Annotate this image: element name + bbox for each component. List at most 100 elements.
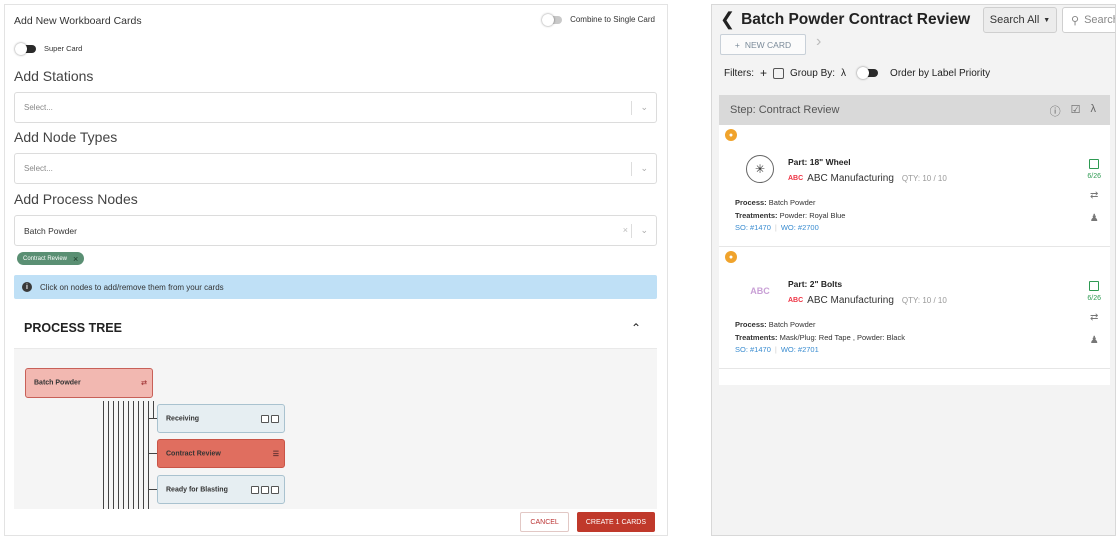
- process-tree-header[interactable]: PROCESS TREE ⌃: [14, 307, 657, 349]
- process-nodes-select[interactable]: Batch Powder × ⌄: [14, 215, 657, 246]
- calendar-icon: [1089, 281, 1100, 291]
- search-scope-dropdown[interactable]: Search All ▼: [983, 7, 1057, 33]
- tree-node-label: Receiving: [166, 415, 200, 422]
- assign-user-icon[interactable]: ♟: [1090, 335, 1099, 346]
- card-list: ● ✳ Part: 18" Wheel ABC ABC Manufacturin…: [719, 125, 1110, 385]
- selected-node-chip[interactable]: Contract Review ×: [17, 252, 85, 265]
- footer-actions: CANCEL CREATE 1 CARDS: [520, 512, 655, 532]
- tree-connector: [148, 453, 157, 454]
- wo-link[interactable]: WO: #2701: [781, 345, 819, 354]
- abc-logo-icon: ABC: [788, 297, 804, 304]
- stations-title: Add Stations: [14, 68, 94, 84]
- back-arrow-icon[interactable]: ❮: [720, 9, 735, 30]
- stations-select[interactable]: Select... ⌄: [14, 92, 657, 123]
- swap-icon[interactable]: ⇄: [1090, 190, 1098, 201]
- list-icon: [271, 414, 279, 423]
- treatments-value: Mask/Plug: Red Tape , Powder: Black: [779, 333, 905, 342]
- group-icon[interactable]: [773, 67, 785, 79]
- station-icon: [251, 485, 259, 494]
- filters-label: Filters:: [724, 67, 754, 79]
- search-placeholder: Search: [1084, 14, 1116, 26]
- avatar: ●: [725, 129, 737, 141]
- cancel-button[interactable]: CANCEL: [520, 512, 569, 532]
- workboard-title: Batch Powder Contract Review: [741, 10, 971, 28]
- work-card[interactable]: ● ✳ Part: 18" Wheel ABC ABC Manufacturin…: [719, 125, 1110, 247]
- process-nodes-title: Add Process Nodes: [14, 191, 138, 207]
- tree-node-label: Ready for Blasting: [166, 486, 228, 493]
- chevron-right-icon[interactable]: ›: [816, 33, 821, 51]
- tree-node-root[interactable]: Batch Powder ⇄: [25, 368, 153, 398]
- node-types-placeholder: Select...: [24, 164, 53, 173]
- select-separator: [631, 162, 632, 176]
- so-link[interactable]: SO: #1470: [735, 345, 771, 354]
- review-icon: ☰: [272, 450, 279, 458]
- chevron-down-icon[interactable]: ⌄: [640, 102, 648, 113]
- work-card[interactable]: ● ABC Part: 2" Bolts ABC ABC Manufacturi…: [719, 247, 1110, 369]
- combine-label: Combine to Single Card: [570, 15, 655, 24]
- treatments-label: Treatments:: [735, 211, 778, 220]
- process-details: Process: Batch Powder Treatments: Mask/P…: [735, 318, 905, 344]
- arrows-icon: ⇄: [141, 380, 147, 387]
- super-card-toggle[interactable]: Super Card: [15, 42, 83, 55]
- new-card-label: NEW CARD: [744, 39, 792, 50]
- node-types-select[interactable]: Select... ⌄: [14, 153, 657, 184]
- chevron-up-icon[interactable]: ⌃: [631, 321, 641, 335]
- tree-connector: [148, 418, 157, 419]
- wheel-thumbnail: ✳: [746, 155, 774, 183]
- stations-placeholder: Select...: [24, 103, 53, 112]
- search-input[interactable]: ⚲ Search: [1062, 7, 1116, 33]
- tree-node-contract-review[interactable]: Contract Review ☰: [157, 439, 285, 468]
- wo-link[interactable]: WO: #2700: [781, 223, 819, 232]
- select-separator: [631, 224, 632, 238]
- info-icon[interactable]: ⓘ: [1050, 103, 1061, 119]
- info-icon: i: [22, 282, 32, 292]
- info-text: Click on nodes to add/remove them from y…: [40, 282, 224, 292]
- node-icons: [251, 485, 279, 494]
- add-filter-icon[interactable]: +: [760, 66, 767, 80]
- new-card-button[interactable]: + NEW CARD: [720, 34, 806, 55]
- person-icon[interactable]: λ: [841, 68, 846, 79]
- swap-icon[interactable]: ⇄: [1090, 312, 1098, 323]
- step-actions: ⓘ ☑ λ: [1050, 103, 1096, 119]
- card-actions: 6/26 ⇄ ♟: [1087, 281, 1101, 346]
- tree-node-receiving[interactable]: Receiving: [157, 404, 285, 433]
- card-actions: 6/26 ⇄ ♟: [1087, 159, 1101, 224]
- node-icons: [261, 414, 279, 423]
- part-name: Part: 18" Wheel: [788, 157, 851, 167]
- combine-single-card-toggle[interactable]: Combine to Single Card: [542, 13, 655, 26]
- panel-title: Add New Workboard Cards: [14, 15, 142, 27]
- create-cards-button[interactable]: CREATE 1 CARDS: [576, 512, 655, 532]
- select-separator: [631, 101, 632, 115]
- chip-remove-icon[interactable]: ×: [73, 254, 78, 263]
- clear-icon[interactable]: ×: [623, 225, 628, 235]
- toggle-switch[interactable]: [542, 13, 563, 26]
- manufacturer-name: ABC Manufacturing: [807, 173, 894, 184]
- abc-logo-icon: ABC: [788, 175, 804, 182]
- assign-user-icon[interactable]: ♟: [1090, 213, 1099, 224]
- tree-connector: [153, 401, 154, 419]
- process-nodes-value: Batch Powder: [24, 226, 77, 236]
- super-card-label: Super Card: [44, 44, 83, 53]
- order-priority-toggle[interactable]: [857, 67, 879, 79]
- check-box-icon[interactable]: ☑: [1071, 103, 1081, 119]
- order-links: SO: #1470 | WO: #2701: [735, 345, 819, 354]
- filter-bar: Filters: + Group By: λ Order by Label Pr…: [724, 66, 990, 80]
- add-workboard-cards-panel: Add New Workboard Cards Combine to Singl…: [4, 4, 668, 536]
- person-icon[interactable]: λ: [1091, 103, 1097, 119]
- treatments-label: Treatments:: [735, 333, 778, 342]
- chevron-down-icon[interactable]: ⌄: [640, 163, 648, 174]
- process-tree-title: PROCESS TREE: [24, 321, 122, 335]
- toggle-switch[interactable]: [15, 42, 36, 55]
- tree-node-ready-for-blasting[interactable]: Ready for Blasting: [157, 475, 285, 504]
- grid-icon: [261, 485, 269, 494]
- chevron-down-icon[interactable]: ⌄: [640, 225, 648, 236]
- tree-node-label: Contract Review: [166, 450, 221, 457]
- tree-connectors: [103, 401, 151, 509]
- order-label: Order by Label Priority: [890, 67, 991, 79]
- search-scope-label: Search All: [989, 14, 1040, 26]
- so-link[interactable]: SO: #1470: [735, 223, 771, 232]
- process-value: Batch Powder: [768, 320, 816, 329]
- process-value: Batch Powder: [768, 198, 816, 207]
- abc-thumbnail: ABC: [746, 277, 774, 305]
- quantity: QTY: 10 / 10: [901, 296, 947, 305]
